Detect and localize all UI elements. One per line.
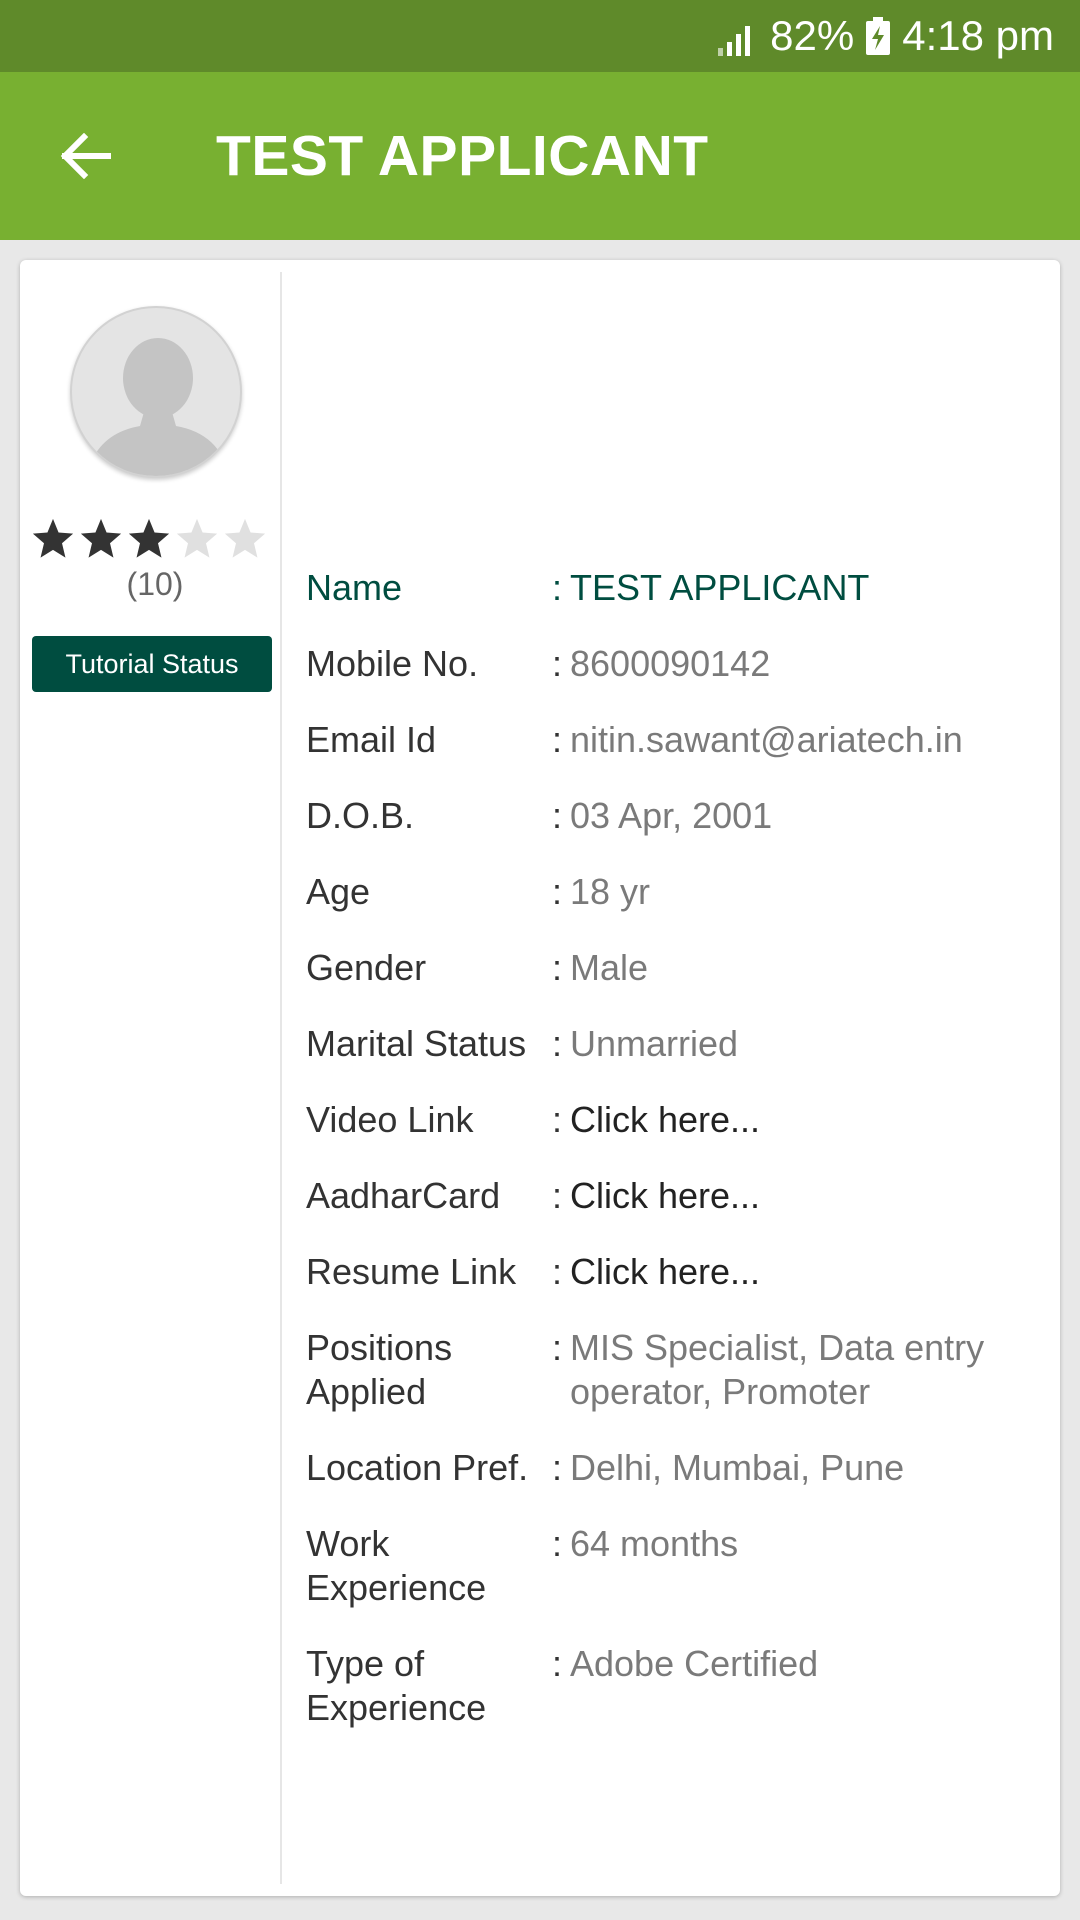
detail-link[interactable]: Click here... [570,1250,1040,1294]
page-title: TEST APPLICANT [216,124,709,188]
detail-label: Mobile No. [306,643,479,684]
detail-separator: : [552,1327,563,1368]
detail-separator: : [552,643,563,684]
status-bar: 82% 4:18 pm [0,0,1080,72]
tutorial-status-button[interactable]: Tutorial Status [32,636,272,692]
detail-label: Age [306,871,371,912]
battery-percent: 82% [770,12,855,59]
app-bar: TEST APPLICANT [0,72,1080,240]
detail-link[interactable]: Click here... [570,1098,1040,1142]
detail-separator: : [552,871,563,912]
person-placeholder-icon [86,338,230,476]
detail-label: D.O.B. [306,795,415,836]
vertical-divider [280,272,282,1884]
detail-separator: : [552,1099,563,1140]
avatar [70,306,242,478]
detail-label: Video Link [306,1099,474,1140]
detail-link[interactable]: Click here... [570,1174,1040,1218]
detail-value: Male [570,947,649,988]
detail-separator: : [552,1447,563,1488]
detail-separator: : [552,719,563,760]
detail-value: MIS Specialist, Data entry operator, Pro… [570,1327,985,1412]
detail-value: 03 Apr, 2001 [570,795,773,836]
detail-value: Unmarried [570,1023,739,1064]
detail-separator: : [552,1023,563,1064]
signal-icon [716,16,756,56]
star-icon [32,518,74,558]
detail-separator: : [552,567,563,608]
detail-value: 64 months [570,1523,739,1564]
arrow-left-icon [60,133,111,179]
star-icon [80,518,122,558]
star-icon [176,518,218,558]
detail-value: 8600090142 [570,643,771,684]
detail-value: nitin.sawant@ariatech.in [570,719,963,760]
detail-label: Positions Applied [306,1327,453,1412]
detail-label: Gender [306,947,427,988]
detail-separator: : [552,947,563,988]
detail-value: Adobe Certified [570,1643,819,1684]
battery-charging-icon [866,17,891,55]
rating-stars [30,516,270,566]
rating-count: (10) [126,566,184,602]
detail-label: Email Id [306,719,437,760]
detail-value: TEST APPLICANT [570,567,870,608]
detail-separator: : [552,1251,563,1292]
detail-label: Marital Status [306,1023,527,1064]
detail-label: Location Pref. [306,1447,529,1488]
back-button[interactable] [56,126,116,186]
clock: 4:18 pm [902,12,1054,59]
detail-label: Name [306,567,403,608]
detail-value: Delhi, Mumbai, Pune [570,1447,905,1488]
detail-label: AadharCard [306,1175,501,1216]
star-icon [224,518,266,558]
detail-value: 18 yr [570,871,651,912]
detail-label: Resume Link [306,1251,517,1292]
detail-separator: : [552,1523,563,1564]
detail-label: Work Experience [306,1523,487,1608]
detail-separator: : [552,1175,563,1216]
star-icon [128,518,170,558]
detail-label: Type of Experience [306,1643,487,1728]
profile-card: (10) Tutorial Status Name: TEST APPLICANT… [20,260,1060,1896]
detail-separator: : [552,1643,563,1684]
detail-separator: : [552,795,563,836]
